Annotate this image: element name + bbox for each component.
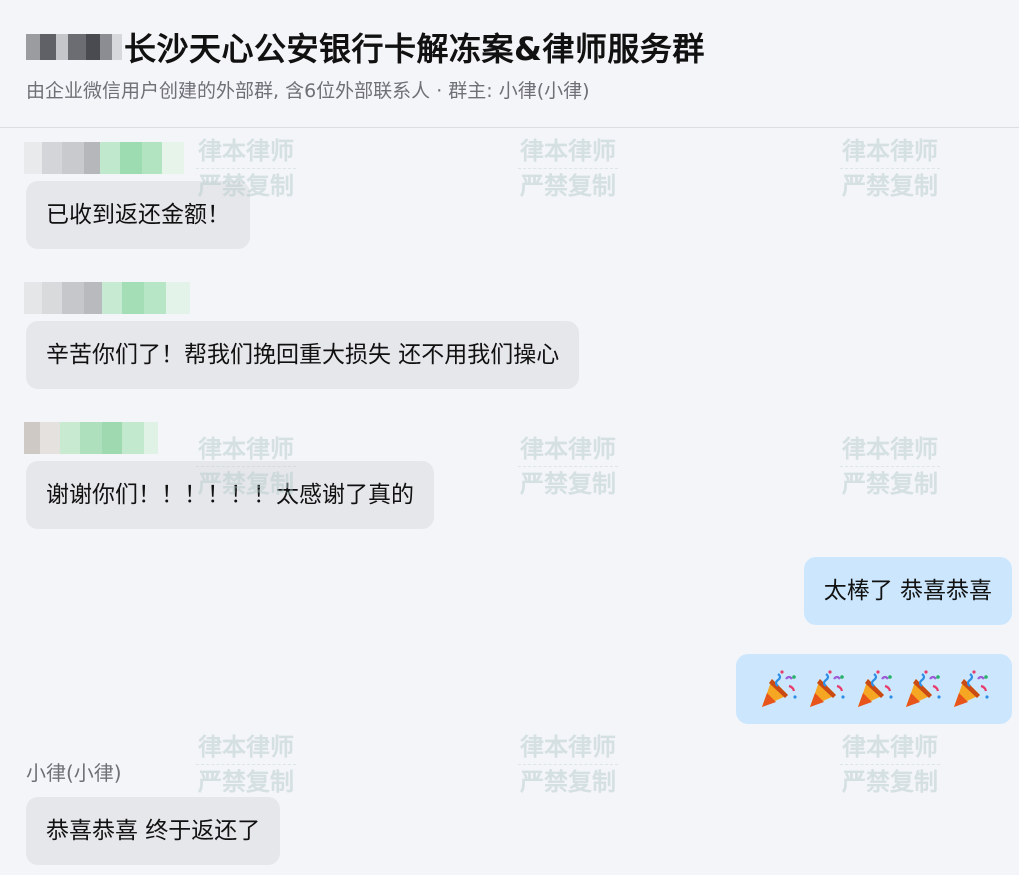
sender-name: 小律(小律) [26,761,122,785]
message-bubble-incoming[interactable]: 已收到返还金额！ [26,181,250,249]
group-subtitle: 由企业微信用户创建的外部群, 含6位外部联系人 · 群主: 小律(小律) [26,80,590,102]
watermark: 律本律师 严禁复制 [196,730,296,799]
party-popper-icon [858,670,893,707]
watermark: 律本律师 严禁复制 [840,134,940,203]
party-popper-icon [906,670,941,707]
message-bubble-incoming[interactable]: 恭喜恭喜 终于返还了 [26,797,281,865]
party-popper-icon [954,670,989,707]
watermark: 律本律师 严禁复制 [840,432,940,501]
message-text: 已收到返还金额！ [46,202,230,228]
message-bubble-outgoing[interactable] [736,654,1012,724]
watermark: 律本律师 严禁复制 [518,432,618,501]
party-popper-icon [810,670,845,707]
message-bubble-incoming[interactable]: 辛苦你们了！帮我们挽回重大损失 还不用我们操心 [26,321,580,389]
group-title: 长沙天心公安银行卡解冻案&律师服务群 [124,30,705,68]
message-text: 辛苦你们了！帮我们挽回重大损失 还不用我们操心 [46,342,560,368]
redacted-sender-name [24,422,158,454]
watermark: 律本律师 严禁复制 [518,134,618,203]
redacted-sender-name [24,282,190,314]
redacted-title-prefix [26,34,122,60]
group-title-row: 长沙天心公安银行卡解冻案&律师服务群 [26,24,705,70]
message-text: 谢谢你们！！！！！！太感谢了真的 [46,482,414,508]
message-text: 太棒了 恭喜恭喜 [823,578,992,604]
message-bubble-outgoing[interactable]: 太棒了 恭喜恭喜 [803,557,1012,625]
watermark: 律本律师 严禁复制 [518,730,618,799]
emoji-row [758,654,990,724]
party-popper-icon [762,670,797,707]
message-text: 恭喜恭喜 终于返还了 [46,818,261,844]
redacted-sender-name [24,142,184,174]
watermark: 律本律师 严禁复制 [840,730,940,799]
message-bubble-incoming[interactable]: 谢谢你们！！！！！！太感谢了真的 [26,461,434,529]
chat-header: 长沙天心公安银行卡解冻案&律师服务群 由企业微信用户创建的外部群, 含6位外部联… [0,0,1019,128]
